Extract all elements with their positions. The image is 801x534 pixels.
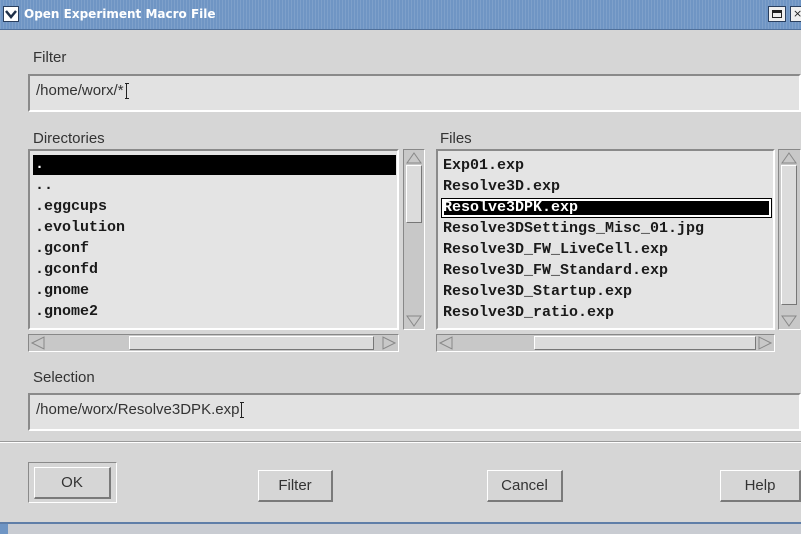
directory-item[interactable]: .eggcups [33,197,107,217]
files-vscroll-thumb[interactable] [781,165,797,305]
file-item[interactable]: Resolve3D_FW_LiveCell.exp [441,240,668,260]
separator [0,441,801,443]
directories-vscroll-thumb[interactable] [406,165,422,223]
selection-input[interactable]: /home/worx/Resolve3DPK.exp [28,393,801,431]
directories-hscrollbar[interactable] [28,334,399,352]
file-item[interactable]: Resolve3DPK.exp [441,198,772,218]
scroll-left-icon[interactable] [30,335,46,351]
scroll-down-icon[interactable] [404,314,424,328]
files-list[interactable]: Exp01.exp Resolve3D.exp Resolve3DPK.exp … [436,149,775,330]
cancel-button[interactable]: Cancel [487,470,563,502]
scroll-left-icon[interactable] [438,335,454,351]
directory-item[interactable]: .gconfd [33,260,98,280]
file-item[interactable]: Resolve3D_Startup.exp [441,282,632,302]
maximize-icon[interactable] [768,6,786,22]
filter-label: Filter [33,49,67,66]
close-icon[interactable]: × [790,6,801,22]
files-hscroll-thumb[interactable] [534,336,756,350]
files-vscrollbar[interactable] [778,149,801,330]
directory-item[interactable]: . [33,155,396,175]
scroll-up-icon[interactable] [404,151,424,165]
file-item[interactable]: Resolve3D.exp [441,177,560,197]
scroll-right-icon[interactable] [381,335,397,351]
window-menu-icon[interactable] [3,6,19,22]
filter-input-value: /home/worx/* [36,82,124,99]
files-hscrollbar[interactable] [436,334,775,352]
scroll-down-icon[interactable] [779,314,799,328]
directories-hscroll-thumb[interactable] [129,336,374,350]
directories-vscrollbar[interactable] [403,149,425,330]
directory-item[interactable]: .gconf [33,239,89,259]
file-item[interactable]: Resolve3D_FW_Standard.exp [441,261,668,281]
text-cursor [124,83,129,100]
directory-item[interactable]: .gnome2 [33,302,98,322]
directory-item[interactable]: .evolution [33,218,125,238]
directories-label: Directories [33,130,105,147]
file-item[interactable]: Resolve3D_ratio.exp [441,303,614,323]
file-item[interactable]: Resolve3DSettings_Misc_01.jpg [441,219,704,239]
file-item[interactable]: Exp01.exp [441,156,524,176]
scroll-up-icon[interactable] [779,151,799,165]
filter-input[interactable]: /home/worx/* [28,74,801,112]
directory-item[interactable]: .. [33,176,53,196]
directories-list[interactable]: . .. .eggcups .evolution .gconf .gconfd … [28,149,399,330]
text-cursor [240,402,245,419]
selection-label: Selection [33,369,95,386]
help-button[interactable]: Help [720,470,801,502]
title-bar[interactable]: Open Experiment Macro File × [0,0,801,30]
selection-input-value: /home/worx/Resolve3DPK.exp [36,401,240,418]
ok-button[interactable]: OK [34,467,111,499]
filter-button[interactable]: Filter [258,470,333,502]
window-title: Open Experiment Macro File [24,7,216,21]
window-resize-border[interactable] [0,524,801,534]
scroll-right-icon[interactable] [757,335,773,351]
files-label: Files [440,130,472,147]
directory-item[interactable]: .gnome [33,281,89,301]
